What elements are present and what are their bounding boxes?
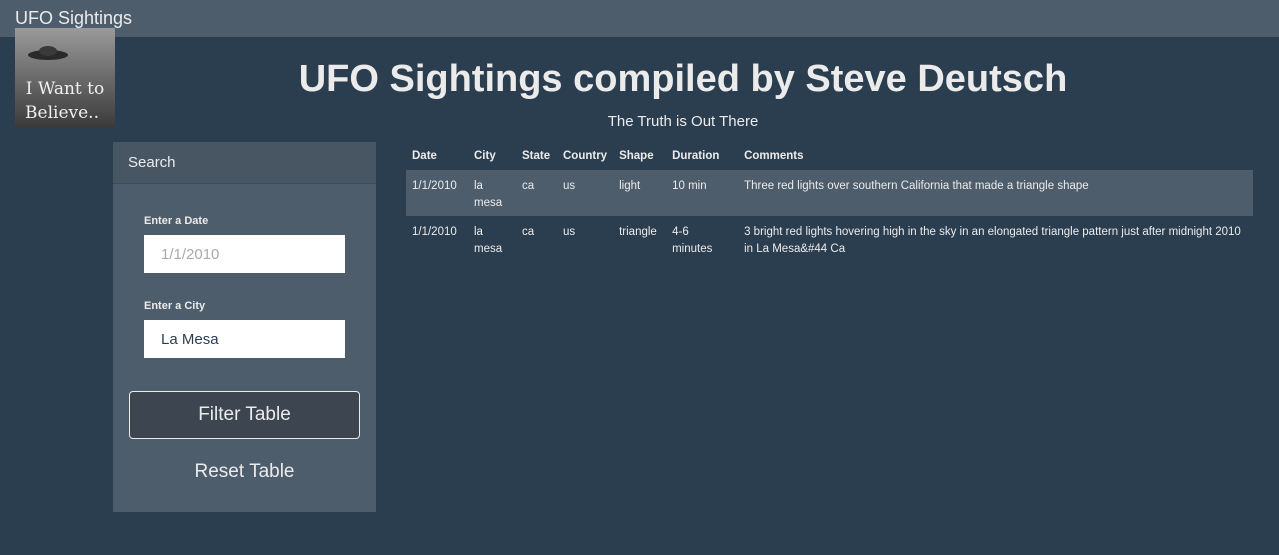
date-label: Enter a Date bbox=[144, 215, 209, 227]
header-comments[interactable]: Comments bbox=[738, 145, 1253, 170]
table-header-row: Date City State Country Shape Duration C… bbox=[406, 145, 1253, 170]
header-date[interactable]: Date bbox=[406, 145, 468, 170]
reset-table-button[interactable]: Reset Table bbox=[129, 448, 360, 496]
search-panel-heading: Search bbox=[113, 142, 376, 184]
cell-comments: Three red lights over southern Californi… bbox=[744, 180, 1089, 192]
header-city[interactable]: City bbox=[468, 145, 516, 170]
page-title: UFO Sightings compiled by Steve Deutsch bbox=[298, 58, 1068, 100]
navbar: UFO Sightings bbox=[0, 0, 1279, 37]
sightings-table: Date City State Country Shape Duration C… bbox=[406, 145, 1253, 262]
cell-state: ca bbox=[522, 226, 535, 238]
cell-duration: 4-6 minutes bbox=[672, 226, 713, 255]
table-row: 1/1/2010 la mesa ca us light 10 min Thre… bbox=[406, 170, 1253, 216]
header-country[interactable]: Country bbox=[557, 145, 613, 170]
city-input[interactable] bbox=[144, 320, 345, 358]
city-label: Enter a City bbox=[144, 300, 206, 312]
cell-country: us bbox=[563, 180, 576, 192]
cell-shape: triangle bbox=[619, 226, 657, 238]
page-subtitle: The Truth is Out There bbox=[607, 113, 759, 130]
cell-country: us bbox=[563, 226, 576, 238]
search-panel: Search Enter a Date Enter a City Filter … bbox=[113, 142, 376, 512]
cell-state: ca bbox=[522, 180, 535, 192]
filter-table-button[interactable]: Filter Table bbox=[129, 391, 360, 439]
header-shape[interactable]: Shape bbox=[613, 145, 666, 170]
date-input[interactable] bbox=[144, 235, 345, 273]
cell-duration: 10 min bbox=[672, 180, 707, 192]
table-row: 1/1/2010 la mesa ca us triangle 4-6 minu… bbox=[406, 216, 1253, 262]
cell-date: 1/1/2010 bbox=[412, 180, 457, 192]
cell-city: la mesa bbox=[474, 226, 503, 255]
header-state[interactable]: State bbox=[516, 145, 557, 170]
navbar-brand[interactable]: UFO Sightings bbox=[15, 8, 132, 29]
cell-comments: 3 bright red lights hovering high in the… bbox=[744, 226, 1241, 255]
cell-shape: light bbox=[619, 180, 641, 192]
cell-city: la mesa bbox=[474, 180, 503, 209]
cell-date: 1/1/2010 bbox=[412, 226, 457, 238]
header-duration[interactable]: Duration bbox=[666, 145, 738, 170]
